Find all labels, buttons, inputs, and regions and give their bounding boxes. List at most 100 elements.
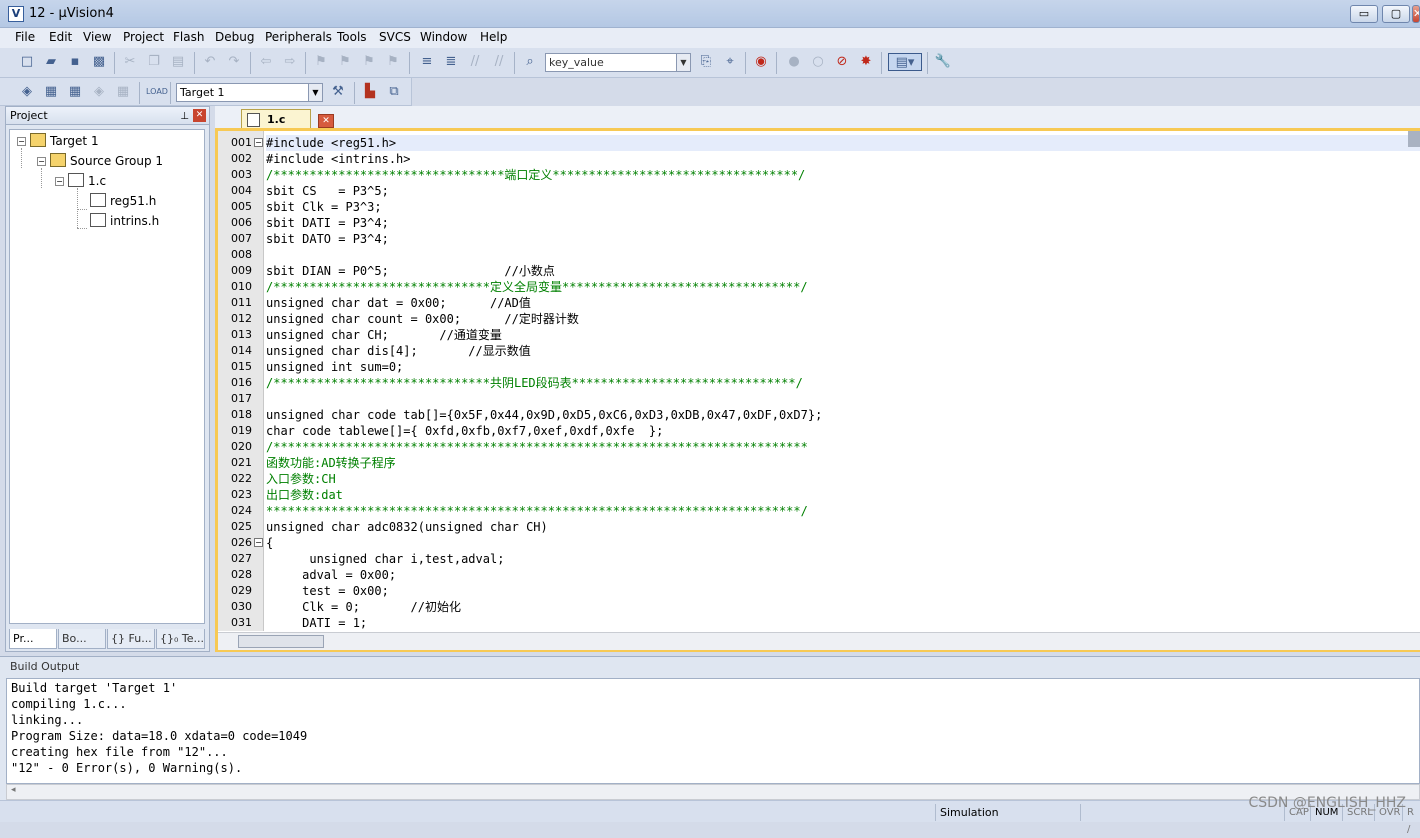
nav-back-icon[interactable]: ⇦: [257, 53, 275, 71]
find-combo[interactable]: key_value ▼: [545, 53, 691, 72]
tab-functions[interactable]: {} Fu...: [107, 629, 155, 649]
breakpoint-icon[interactable]: ●: [785, 53, 803, 71]
code-line[interactable]: /******************************定义全局变量***…: [266, 279, 808, 295]
vertical-scrollbar[interactable]: [1408, 131, 1420, 147]
code-line[interactable]: /***************************************…: [266, 439, 808, 455]
horizontal-scrollbar[interactable]: [218, 632, 1420, 650]
close-tab-icon[interactable]: ✕: [318, 114, 334, 128]
menu-file[interactable]: File: [13, 30, 37, 44]
incremental-find-icon[interactable]: ⌖: [721, 53, 739, 71]
redo-icon[interactable]: ↷: [225, 53, 243, 71]
collapse-file-icon[interactable]: −: [55, 177, 64, 186]
tab-books[interactable]: Bo...: [58, 629, 106, 649]
comment-icon[interactable]: //: [466, 53, 484, 71]
tree-item-file-1c[interactable]: 1.c: [68, 172, 106, 190]
fold-toggle-icon[interactable]: −: [254, 538, 263, 547]
code-line[interactable]: unsigned char CH; //通道变量: [266, 327, 502, 343]
menu-flash[interactable]: Flash: [171, 30, 206, 44]
nav-forward-icon[interactable]: ⇨: [281, 53, 299, 71]
scrollbar-thumb[interactable]: [238, 635, 324, 648]
disable-all-breakpoints-icon[interactable]: ⊘: [833, 53, 851, 71]
menu-project[interactable]: Project: [121, 30, 166, 44]
code-line[interactable]: unsigned char adc0832(unsigned char CH): [266, 519, 548, 535]
build-icon[interactable]: ▦: [42, 83, 60, 101]
code-line[interactable]: sbit Clk = P3^3;: [266, 199, 382, 215]
tree-item-target[interactable]: Target 1: [30, 132, 99, 150]
stop-build-icon[interactable]: ▦: [114, 83, 132, 101]
chevron-down-icon[interactable]: ▼: [676, 54, 690, 71]
manage-books-icon[interactable]: ⧉: [385, 83, 403, 101]
target-options-icon[interactable]: ⚒: [329, 83, 347, 101]
code-line[interactable]: Clk = 0; //初始化: [266, 599, 461, 615]
bookmark-icon[interactable]: ⚑: [312, 53, 330, 71]
collapse-group-icon[interactable]: −: [37, 157, 46, 166]
scroll-left-icon[interactable]: ◂: [11, 785, 16, 795]
save-all-icon[interactable]: ▩: [90, 53, 108, 71]
configure-icon[interactable]: 🔧: [934, 53, 952, 71]
translate-icon[interactable]: ◈: [18, 83, 36, 101]
build-horizontal-scrollbar[interactable]: ◂: [6, 784, 1420, 800]
tree-item-reg51[interactable]: reg51.h: [90, 192, 156, 210]
menu-peripherals[interactable]: Peripherals: [263, 30, 334, 44]
code-line[interactable]: unsigned char code tab[]={0x5F,0x44,0x9D…: [266, 407, 822, 423]
menu-edit[interactable]: Edit: [47, 30, 74, 44]
code-line[interactable]: 出口参数:dat: [266, 487, 343, 503]
code-line[interactable]: sbit DIAN = P0^5; //小数点: [266, 263, 555, 279]
code-line[interactable]: #include <intrins.h>: [266, 151, 411, 167]
code-line[interactable]: char code tablewe[]={ 0xfd,0xfb,0xf7,0xe…: [266, 423, 663, 439]
collapse-target-icon[interactable]: −: [17, 137, 26, 146]
code-line[interactable]: {: [266, 535, 273, 551]
fold-toggle-icon[interactable]: −: [254, 138, 263, 147]
tree-item-source-group[interactable]: Source Group 1: [50, 152, 163, 170]
menu-help[interactable]: Help: [478, 30, 509, 44]
menu-tools[interactable]: Tools: [335, 30, 369, 44]
copy-icon[interactable]: ❐: [145, 53, 163, 71]
chevron-down-icon[interactable]: ▼: [308, 84, 322, 101]
prev-bookmark-icon[interactable]: ⚑: [336, 53, 354, 71]
tab-project[interactable]: Pr...: [9, 629, 57, 649]
build-output-text[interactable]: Build target 'Target 1' compiling 1.c... l…: [6, 678, 1420, 784]
code-line[interactable]: test = 0x00;: [266, 583, 389, 599]
menu-view[interactable]: View: [81, 30, 113, 44]
disable-breakpoint-icon[interactable]: ○: [809, 53, 827, 71]
uncomment-icon[interactable]: //: [490, 53, 508, 71]
unindent-icon[interactable]: ≣: [442, 53, 460, 71]
kill-all-breakpoints-icon[interactable]: ✸: [857, 53, 875, 71]
code-line[interactable]: unsigned char dat = 0x00; //AD值: [266, 295, 531, 311]
code-line[interactable]: /******************************共阴LED段码表*…: [266, 375, 803, 391]
tab-1c[interactable]: 1.c ✕: [241, 109, 334, 130]
code-line[interactable]: /********************************端口定义***…: [266, 167, 805, 183]
open-file-icon[interactable]: ▰: [42, 53, 60, 71]
code-line[interactable]: unsigned int sum=0;: [266, 359, 403, 375]
code-line[interactable]: 入口参数:CH: [266, 471, 336, 487]
save-icon[interactable]: ▪: [66, 53, 84, 71]
code-line[interactable]: #include <reg51.h>: [266, 135, 1420, 151]
close-button[interactable]: ✕: [1412, 5, 1420, 23]
maximize-button[interactable]: ▢: [1382, 5, 1410, 23]
find-icon[interactable]: ⎘: [697, 53, 715, 71]
file-extensions-icon[interactable]: ▙: [361, 83, 379, 101]
tree-item-intrins[interactable]: intrins.h: [90, 212, 159, 230]
target-combo[interactable]: Target 1 ▼: [176, 83, 323, 102]
code-line[interactable]: unsigned char count = 0x00; //定时器计数: [266, 311, 579, 327]
close-icon[interactable]: ✕: [193, 109, 206, 122]
menu-svcs[interactable]: SVCS: [377, 30, 413, 44]
next-bookmark-icon[interactable]: ⚑: [360, 53, 378, 71]
code-line[interactable]: DATI = 1;: [266, 615, 367, 631]
code-line[interactable]: sbit CS = P3^5;: [266, 183, 389, 199]
tab-templates[interactable]: {}₀ Te...: [156, 629, 205, 649]
clear-bookmarks-icon[interactable]: ⚑: [384, 53, 402, 71]
code-line[interactable]: 函数功能:AD转换子程序: [266, 455, 396, 471]
code-line[interactable]: unsigned char i,test,adval;: [266, 551, 504, 567]
window-layout-icon[interactable]: ▤▾: [888, 53, 922, 71]
indent-icon[interactable]: ≡: [418, 53, 436, 71]
new-file-icon[interactable]: □: [18, 53, 36, 71]
pin-icon[interactable]: ⊥: [180, 108, 189, 125]
code-line[interactable]: adval = 0x00;: [266, 567, 396, 583]
code-line[interactable]: sbit DATO = P3^4;: [266, 231, 389, 247]
debug-session-icon[interactable]: ◉: [752, 53, 770, 71]
menu-window[interactable]: Window: [418, 30, 469, 44]
undo-icon[interactable]: ↶: [201, 53, 219, 71]
code-line[interactable]: ****************************************…: [266, 503, 808, 519]
code-line[interactable]: sbit DATI = P3^4;: [266, 215, 389, 231]
